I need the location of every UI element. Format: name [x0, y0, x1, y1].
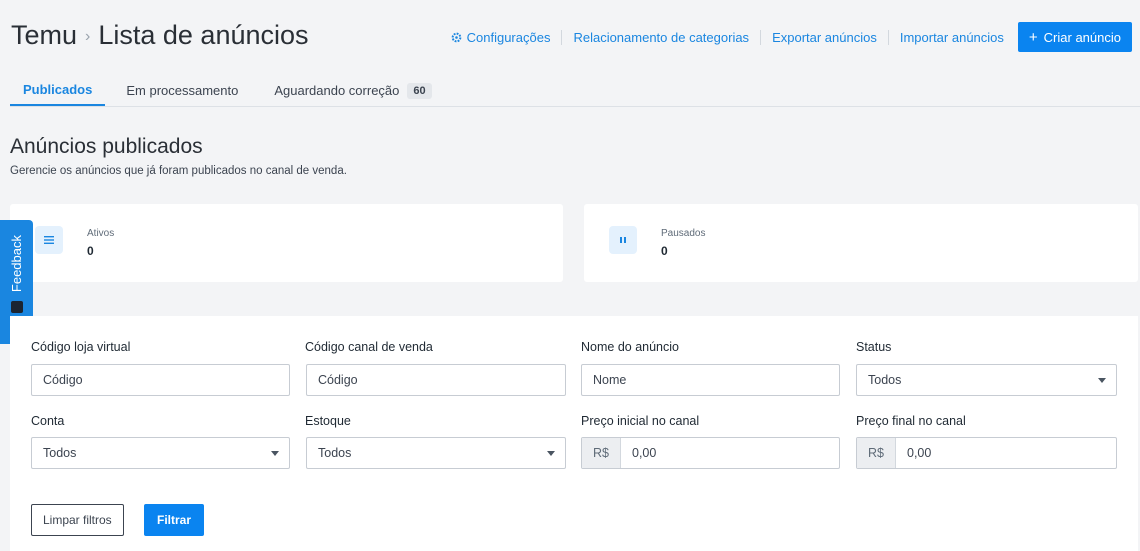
- clear-filters-button[interactable]: Limpar filtros: [31, 504, 124, 536]
- currency-prefix: R$: [857, 438, 896, 468]
- header-actions: Configurações Relacionamento de categori…: [440, 22, 1132, 52]
- status-label: Status: [856, 340, 892, 354]
- breadcrumb: Temu › Lista de anúncios: [11, 20, 309, 51]
- store-code-label: Código loja virtual: [31, 340, 131, 354]
- category-mapping-link[interactable]: Relacionamento de categorias: [561, 29, 760, 45]
- channel-code-label: Código canal de venda: [305, 340, 433, 354]
- pause-icon: [609, 226, 637, 254]
- store-code-placeholder: Código: [43, 373, 83, 387]
- tab-processing[interactable]: Em processamento: [113, 75, 251, 106]
- count-badge: 60: [407, 82, 432, 99]
- store-code-input[interactable]: Código: [31, 364, 290, 396]
- active-ads-count: 0: [87, 244, 94, 258]
- channel-code-input[interactable]: Código: [306, 364, 566, 396]
- active-ads-label: Ativos: [87, 228, 115, 239]
- feedback-label: Feedback: [9, 235, 24, 293]
- account-select[interactable]: Todos: [31, 437, 290, 469]
- price-min-input[interactable]: R$ 0,00: [581, 437, 840, 469]
- export-ads-label: Exportar anúncios: [772, 29, 877, 45]
- active-ads-card: Ativos 0: [10, 204, 563, 282]
- paused-ads-count: 0: [661, 244, 668, 258]
- settings-link[interactable]: Configurações: [440, 30, 562, 45]
- paused-ads-card: Pausados 0: [584, 204, 1138, 282]
- stock-select[interactable]: Todos: [306, 437, 566, 469]
- ad-name-input[interactable]: Nome: [581, 364, 840, 396]
- tab-awaiting-correction-label: Aguardando correção: [274, 83, 400, 98]
- tab-published[interactable]: Publicados: [10, 75, 106, 106]
- create-ad-label: Criar anúncio: [1043, 29, 1121, 45]
- import-ads-link[interactable]: Importar anúncios: [887, 29, 1015, 45]
- create-ad-button[interactable]: + Criar anúncio: [1017, 22, 1132, 52]
- price-max-value: 0,00: [907, 446, 932, 460]
- section-description: Gerencie os anúncios que já foram public…: [10, 165, 347, 177]
- price-max-input[interactable]: R$ 0,00: [856, 437, 1117, 469]
- filters-panel: Código loja virtual Código canal de vend…: [10, 316, 1138, 551]
- tab-bar: Publicados Em processamento Aguardando c…: [10, 76, 1140, 107]
- settings-link-label: Configurações: [466, 29, 551, 45]
- gear-icon: [451, 32, 461, 42]
- status-select[interactable]: Todos: [856, 364, 1117, 396]
- stock-select-value: Todos: [318, 446, 352, 460]
- channel-code-placeholder: Código: [318, 373, 358, 387]
- ad-name-placeholder: Nome: [593, 373, 627, 387]
- tab-processing-label: Em processamento: [126, 83, 239, 98]
- plus-icon: +: [1028, 28, 1038, 46]
- paused-ads-label: Pausados: [661, 228, 706, 239]
- filter-button[interactable]: Filtrar: [144, 504, 205, 536]
- list-icon: [35, 226, 63, 254]
- page-header: Temu › Lista de anúncios Configurações R…: [0, 0, 1140, 76]
- price-min-value: 0,00: [632, 446, 657, 460]
- price-max-label: Preço final no canal: [856, 414, 966, 428]
- breadcrumb-separator: ›: [85, 28, 91, 45]
- tab-published-label: Publicados: [23, 82, 93, 97]
- import-ads-label: Importar anúncios: [899, 29, 1004, 45]
- account-label: Conta: [31, 414, 65, 428]
- chevron-down-icon: [1098, 377, 1106, 383]
- breadcrumb-brand[interactable]: Temu: [11, 20, 77, 51]
- currency-prefix: R$: [582, 438, 621, 468]
- section-title: Anúncios publicados: [10, 135, 203, 158]
- page-title: Lista de anúncios: [98, 20, 309, 50]
- stock-label: Estoque: [305, 414, 351, 428]
- feedback-icon: [10, 301, 23, 314]
- chevron-down-icon: [547, 450, 555, 456]
- category-mapping-label: Relacionamento de categorias: [573, 29, 750, 45]
- export-ads-link[interactable]: Exportar anúncios: [760, 29, 888, 45]
- account-select-value: Todos: [43, 446, 77, 460]
- tab-awaiting-correction[interactable]: Aguardando correção 60: [261, 75, 444, 106]
- ad-name-label: Nome do anúncio: [581, 340, 679, 354]
- chevron-down-icon: [271, 450, 279, 456]
- price-min-label: Preço inicial no canal: [581, 414, 700, 428]
- status-select-value: Todos: [868, 373, 902, 387]
